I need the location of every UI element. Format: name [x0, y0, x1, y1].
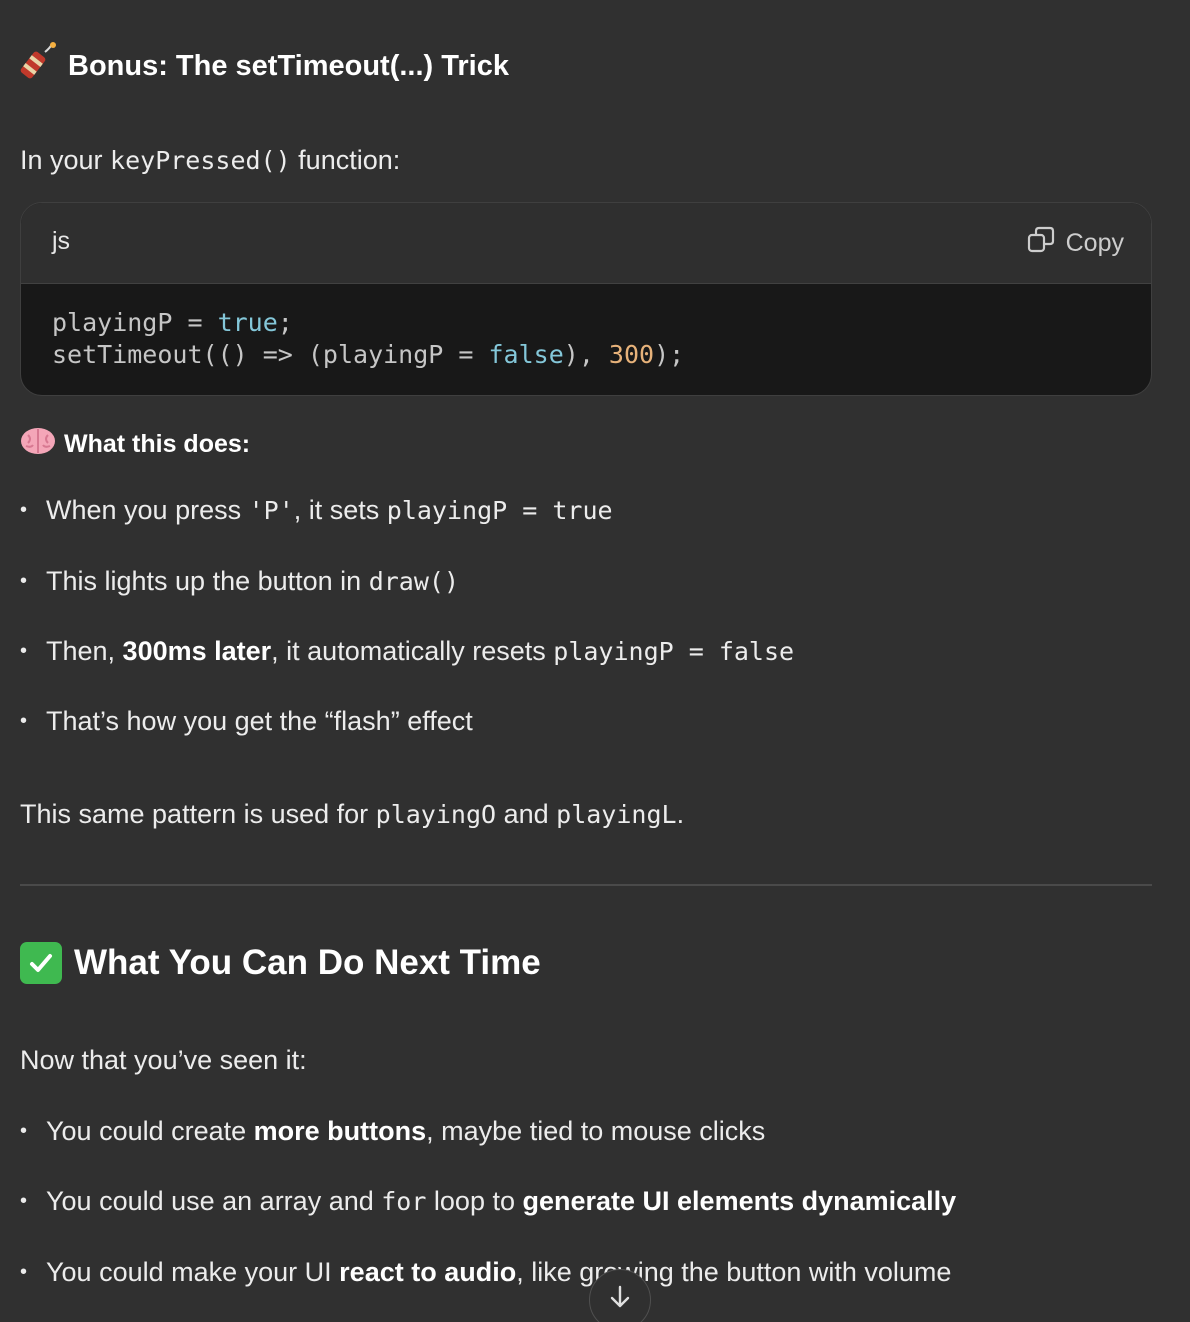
code-block: js Copy playingP = true; setTimeout(() =… [20, 202, 1152, 396]
inline-code-playingl: playingL [556, 800, 677, 829]
list-item: That’s how you get the “flash” effect [20, 706, 473, 737]
list-item: You could make your UI react to audio, l… [20, 1257, 951, 1288]
next-time-heading: What You Can Do Next Time [20, 938, 541, 988]
code-line-1: playingP = true; [52, 308, 293, 337]
brain-icon [20, 426, 56, 463]
intro-text-after: function: [290, 145, 401, 175]
what-this-does-heading: What this does: [20, 424, 250, 464]
copy-button[interactable]: Copy [1026, 225, 1124, 262]
inline-code-playingo: playingO [375, 800, 497, 829]
scroll-to-bottom-button[interactable] [589, 1269, 651, 1322]
list-item: Then, 300ms later, it automatically rese… [20, 636, 794, 667]
code-block-header: js Copy [21, 203, 1151, 284]
code-language-label: js [52, 227, 71, 255]
bonus-heading-text: Bonus: The setTimeout(...) Trick [68, 49, 509, 82]
firecracker-icon [20, 42, 60, 90]
list-item: This lights up the button in draw() [20, 566, 459, 597]
intro-paragraph: In your keyPressed() function: [20, 145, 400, 176]
list-item: When you press 'P', it sets playingP = t… [20, 495, 613, 526]
inline-code-keypressed: keyPressed() [110, 146, 291, 175]
code-content: playingP = true; setTimeout(() => (playi… [52, 307, 684, 371]
bonus-heading: Bonus: The setTimeout(...) Trick [20, 42, 509, 90]
copy-label: Copy [1065, 229, 1124, 257]
arrow-down-icon [608, 1284, 632, 1315]
copy-icon [1026, 225, 1056, 262]
intro-text: In your [20, 145, 111, 175]
now-that-paragraph: Now that you’ve seen it: [20, 1045, 307, 1075]
next-time-heading-text: What You Can Do Next Time [74, 943, 541, 982]
what-this-does-title: What this does: [64, 429, 251, 458]
check-mark-icon [20, 942, 62, 984]
section-divider [20, 884, 1152, 886]
code-line-2: setTimeout(() => (playingP = false), 300… [52, 340, 685, 369]
list-item: You could use an array and for loop to g… [20, 1186, 956, 1217]
list-item: You could create more buttons, maybe tie… [20, 1116, 765, 1147]
same-pattern-paragraph: This same pattern is used for playingO a… [20, 799, 685, 829]
